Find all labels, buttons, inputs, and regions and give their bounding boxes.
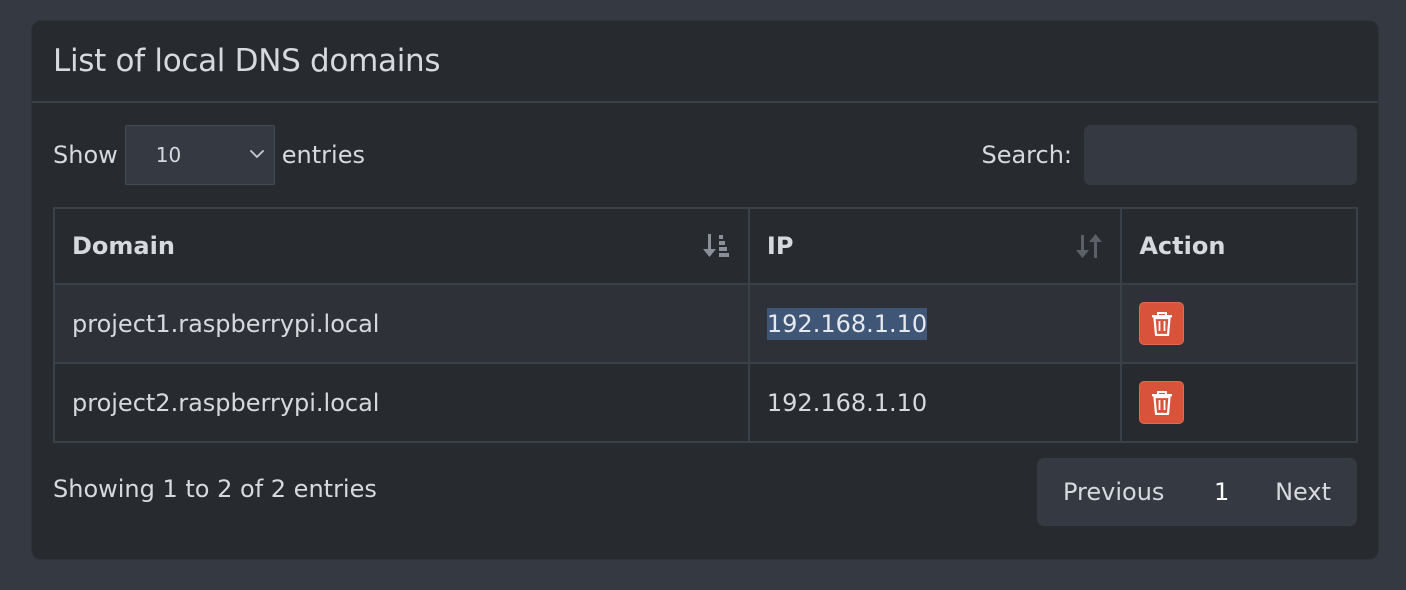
sort-both-icon bbox=[1076, 234, 1103, 258]
column-header-ip-label: IP bbox=[766, 232, 794, 260]
next-page-button[interactable]: Next bbox=[1275, 478, 1331, 506]
domain-cell: project2.raspberrypi.local bbox=[53, 362, 750, 443]
ip-cell-selected-text: 192.168.1.10 bbox=[766, 307, 928, 340]
search-label: Search: bbox=[981, 141, 1072, 169]
pagination: Previous 1 Next bbox=[1037, 458, 1357, 526]
table-row: project2.raspberrypi.local 192.168.1.10 bbox=[53, 362, 1358, 443]
previous-page-button[interactable]: Previous bbox=[1063, 478, 1164, 506]
column-header-domain[interactable]: Domain bbox=[53, 207, 750, 285]
column-header-domain-label: Domain bbox=[72, 232, 175, 260]
page-1-button[interactable]: 1 bbox=[1214, 478, 1229, 506]
delete-button[interactable] bbox=[1139, 302, 1185, 345]
entries-per-page-select[interactable]: 10 bbox=[124, 125, 275, 185]
show-label: Show bbox=[53, 141, 118, 169]
entries-per-page-value: 10 bbox=[155, 143, 182, 167]
chevron-down-icon bbox=[249, 150, 264, 158]
table-body: project1.raspberrypi.local 192.168.1.10 bbox=[53, 283, 1358, 443]
dns-domains-panel: List of local DNS domains Show 10 entrie… bbox=[31, 20, 1379, 560]
table-row: project1.raspberrypi.local 192.168.1.10 bbox=[53, 283, 1358, 364]
search-input[interactable] bbox=[1084, 125, 1357, 185]
ip-cell: 192.168.1.10 bbox=[747, 362, 1123, 443]
length-menu: Show 10 entries bbox=[53, 124, 365, 186]
panel-header: List of local DNS domains bbox=[32, 21, 1378, 103]
table-header-row: Domain IP Action bbox=[53, 207, 1358, 285]
entries-label: entries bbox=[281, 141, 365, 169]
dns-domains-table: Domain IP Action project1.raspberrypi.lo… bbox=[53, 207, 1358, 443]
table-header: Domain IP Action bbox=[53, 207, 1358, 285]
trash-icon bbox=[1151, 311, 1172, 336]
action-cell bbox=[1120, 283, 1358, 364]
search-group: Search: bbox=[981, 124, 1357, 186]
panel-title: List of local DNS domains bbox=[53, 43, 441, 79]
column-header-action-label: Action bbox=[1139, 232, 1226, 260]
column-header-action: Action bbox=[1120, 207, 1358, 285]
delete-button[interactable] bbox=[1139, 381, 1185, 424]
column-header-ip[interactable]: IP bbox=[747, 207, 1123, 285]
trash-icon bbox=[1151, 390, 1172, 415]
table-controls: Show 10 entries Search: bbox=[53, 124, 1357, 186]
sort-ascending-icon bbox=[702, 234, 729, 257]
action-cell bbox=[1120, 362, 1358, 443]
domain-cell: project1.raspberrypi.local bbox=[53, 283, 750, 364]
table-info: Showing 1 to 2 of 2 entries bbox=[53, 475, 377, 503]
ip-cell: 192.168.1.10 bbox=[747, 283, 1123, 364]
